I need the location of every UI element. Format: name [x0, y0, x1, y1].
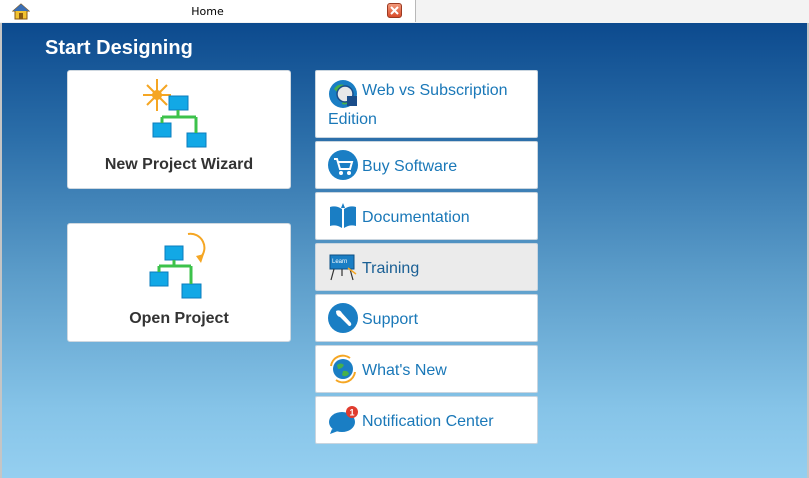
- globe-refresh-icon: [328, 354, 358, 384]
- support-link[interactable]: Support: [315, 294, 538, 342]
- support-label: Support: [362, 311, 419, 328]
- whats-new-label: What's New: [362, 362, 447, 379]
- notification-center-label: Notification Center: [362, 413, 494, 430]
- buy-software-link[interactable]: Buy Software: [315, 141, 538, 189]
- new-project-icon: [142, 77, 212, 154]
- shopping-cart-icon: [328, 150, 358, 180]
- documentation-link[interactable]: Documentation: [315, 192, 538, 240]
- buy-software-label: Buy Software: [362, 158, 458, 175]
- open-project-icon: [146, 228, 212, 305]
- open-project-button[interactable]: Open Project: [67, 223, 291, 342]
- whats-new-link[interactable]: What's New: [315, 345, 538, 393]
- wrench-icon: [328, 303, 358, 333]
- svg-text:Learn: Learn: [332, 259, 347, 265]
- tab-title: Home: [191, 5, 224, 18]
- new-project-label: New Project Wizard: [104, 156, 254, 173]
- new-project-wizard-button[interactable]: New Project Wizard: [67, 70, 291, 189]
- notification-badge: 1: [350, 408, 355, 418]
- training-label: Training: [362, 260, 420, 277]
- book-icon: [328, 201, 358, 231]
- notification-center-link[interactable]: 1 Notification Center: [315, 396, 538, 444]
- tab-bar: Home: [0, 0, 809, 24]
- documentation-label: Documentation: [362, 209, 470, 226]
- web-vs-subscription-label: Web vs Subscription Edition: [328, 82, 508, 128]
- tab-home[interactable]: Home: [0, 0, 416, 22]
- close-icon[interactable]: [387, 3, 402, 18]
- learn-board-icon: Learn: [328, 252, 358, 282]
- web-vs-subscription-link[interactable]: Web vs Subscription Edition: [315, 70, 538, 138]
- page-title: Start Designing: [45, 37, 193, 59]
- open-project-label: Open Project: [129, 310, 229, 327]
- chat-bubble-icon: 1: [328, 405, 358, 435]
- training-link[interactable]: Learn Training: [315, 243, 538, 291]
- home-panel: Start Designing New Project Wizard Open …: [2, 23, 807, 478]
